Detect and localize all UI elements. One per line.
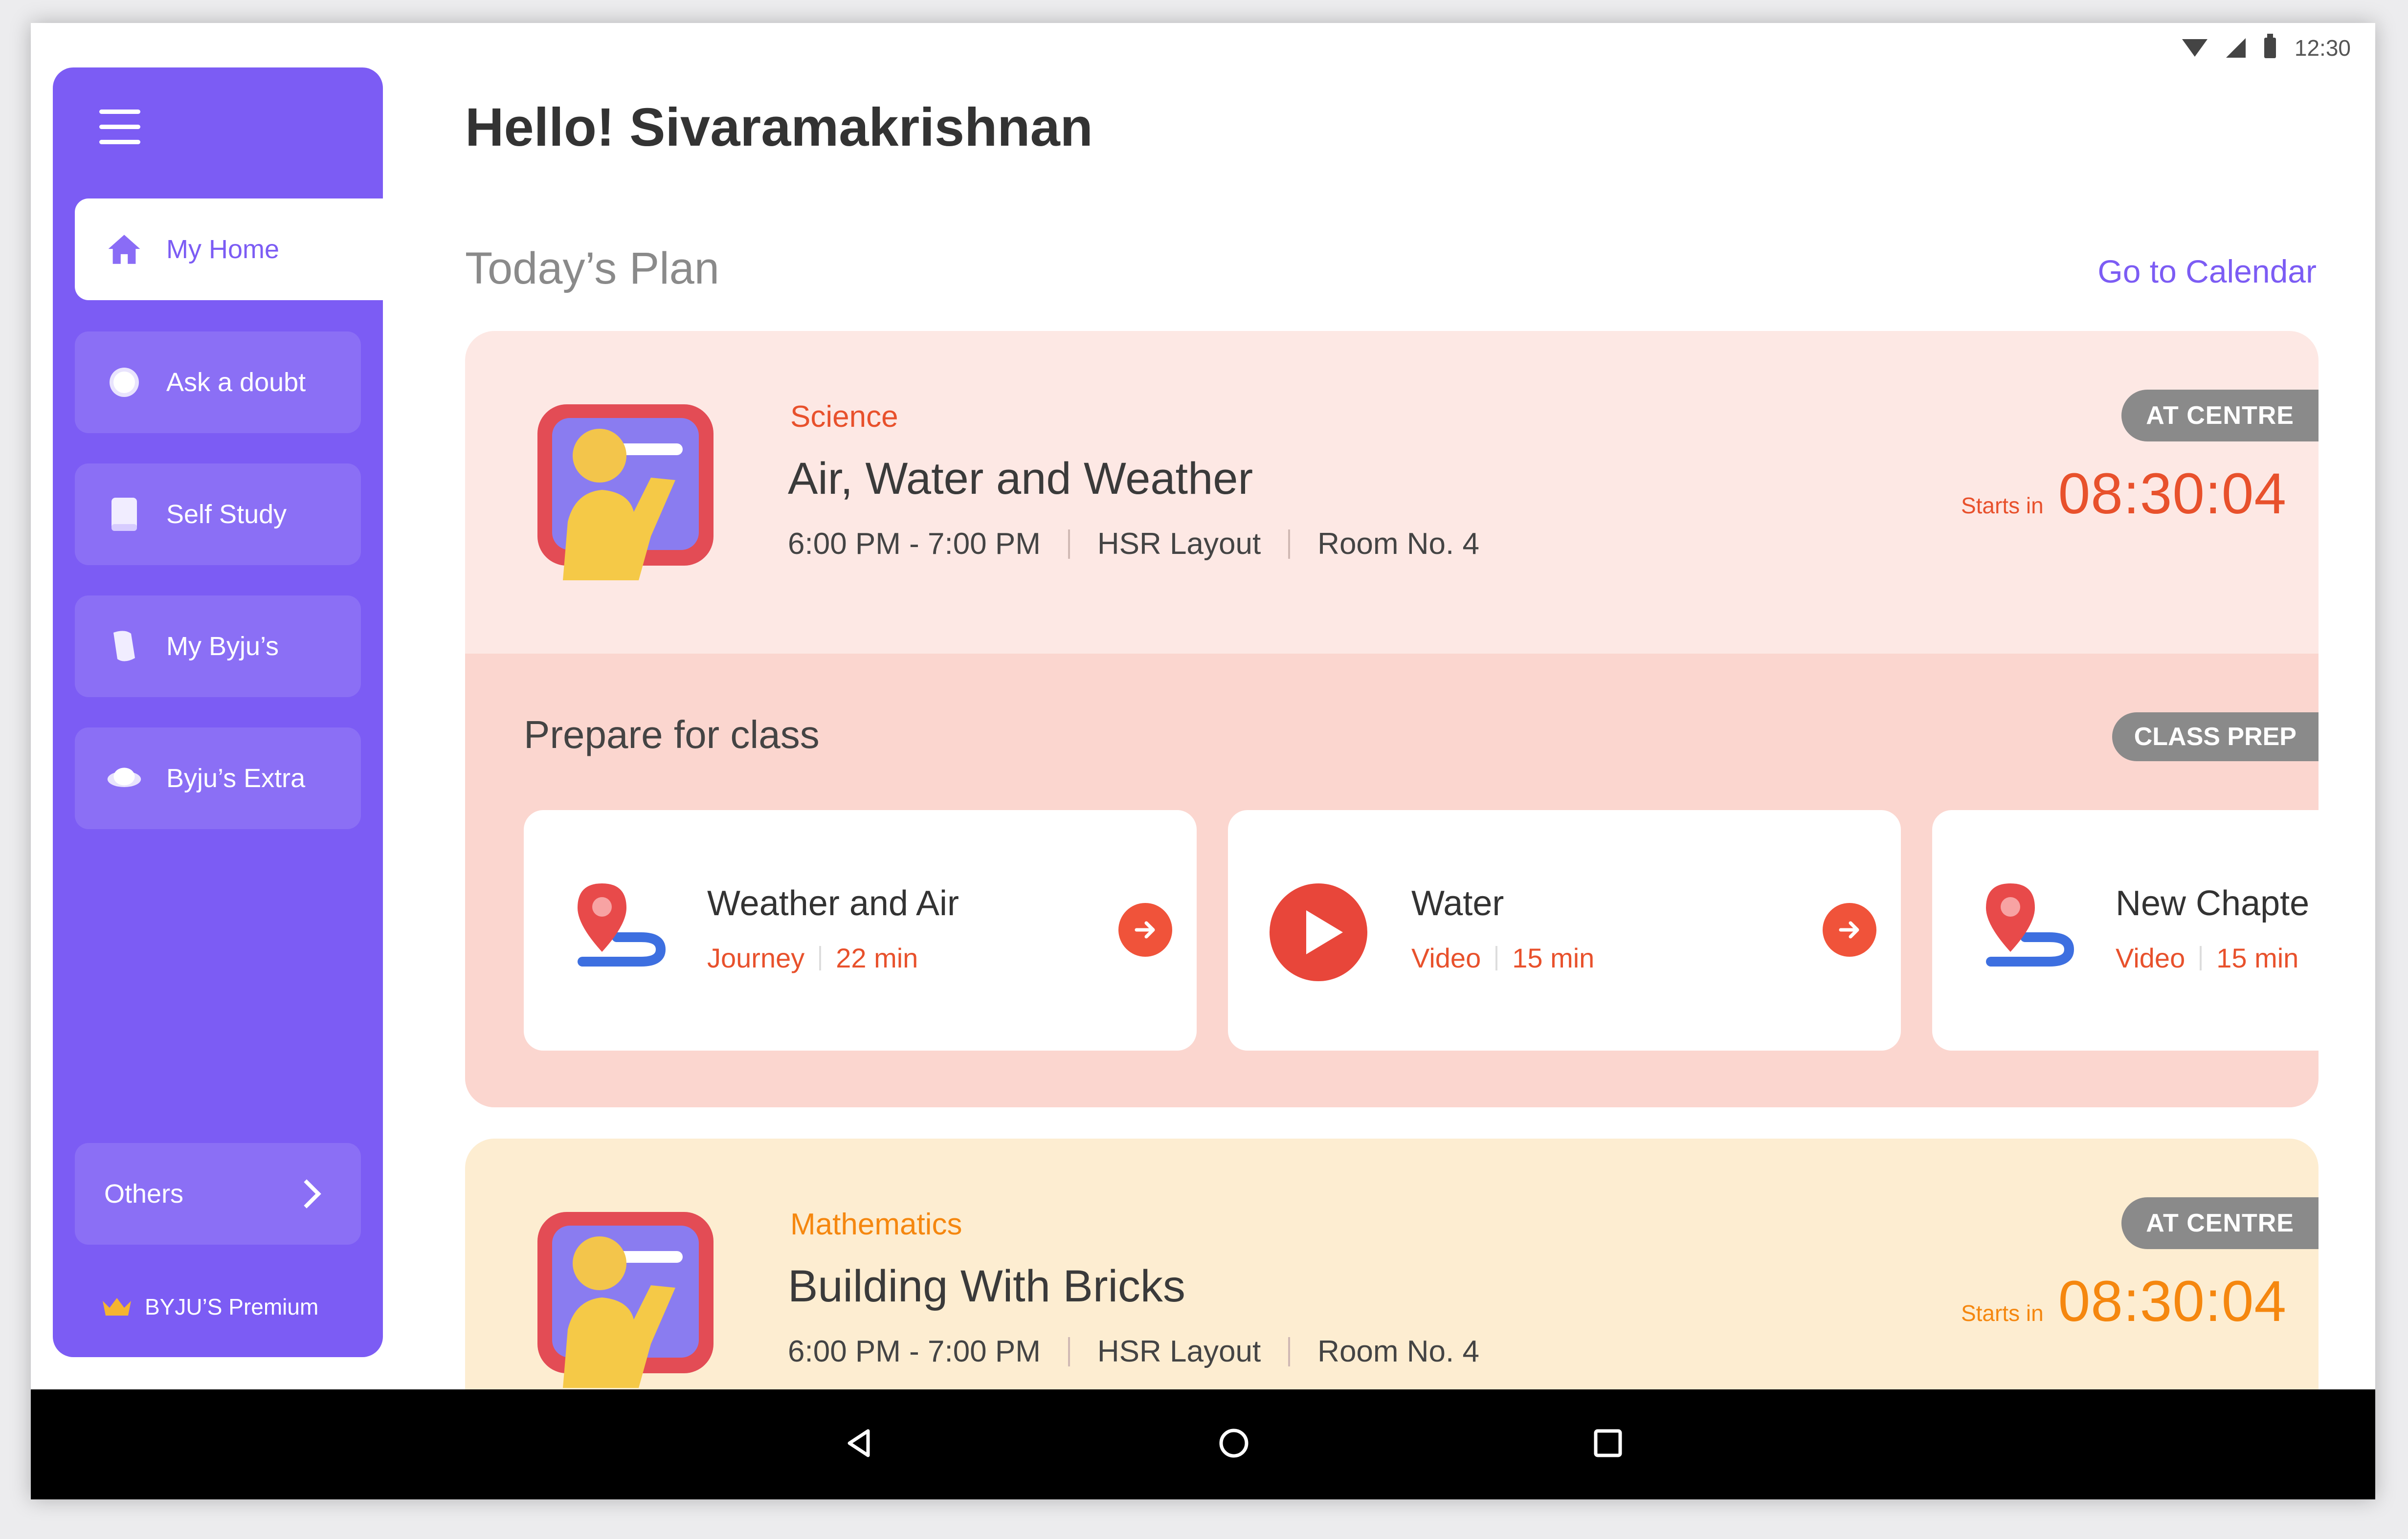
- divider: [2200, 945, 2202, 970]
- sidebar-item-label: Self Study: [166, 500, 287, 529]
- countdown: Starts in 08:30:04: [1961, 1268, 2287, 1335]
- divider: [1068, 1337, 1070, 1366]
- resource-duration: 15 min: [1512, 943, 1595, 973]
- home-icon: [107, 232, 142, 267]
- arrow-right-icon[interactable]: [1823, 903, 1876, 957]
- divider: [1068, 529, 1070, 559]
- book-icon: [107, 497, 142, 532]
- class-meta: 6:00 PM - 7:00 PM HSR Layout Room No. 4: [788, 527, 1479, 561]
- arrow-right-icon[interactable]: [1118, 903, 1172, 957]
- battery-icon: [2264, 34, 2276, 58]
- resource-title: New Chapte: [2116, 884, 2310, 923]
- recents-icon[interactable]: [1591, 1426, 1625, 1460]
- resource-meta: Video 15 min: [2116, 942, 2298, 974]
- status-bar: 12:30: [2182, 31, 2351, 65]
- divider: [1288, 1337, 1291, 1366]
- status-badge: AT CENTRE: [2121, 1197, 2319, 1249]
- resource-card[interactable]: Weather and Air Journey 22 min: [524, 810, 1197, 1051]
- back-icon[interactable]: [843, 1426, 877, 1460]
- premium-link[interactable]: BYJU’S Premium: [102, 1294, 318, 1320]
- sidebar-item-byjus-extra[interactable]: Byju’s Extra: [75, 727, 361, 829]
- class-time: 6:00 PM - 7:00 PM: [788, 527, 1041, 561]
- class-prep-section: Prepare for class CLASS PREP Weather and…: [465, 654, 2319, 1107]
- resource-card[interactable]: New Chapte Video 15 min: [1932, 810, 2319, 1051]
- journey-pin-icon: [578, 883, 666, 967]
- sidebar-item-ask-doubt[interactable]: Ask a doubt: [75, 331, 361, 433]
- class-card[interactable]: Science Air, Water and Weather 6:00 PM -…: [465, 331, 2319, 1107]
- sidebar-item-my-byjus[interactable]: My Byju’s: [75, 595, 361, 697]
- extra-icon: [107, 761, 142, 796]
- resource-type: Video: [1411, 943, 1481, 973]
- section-title: Today’s Plan: [465, 243, 719, 293]
- starts-in-label: Starts in: [1961, 493, 2044, 518]
- teacher-board-icon: [537, 404, 713, 580]
- sidebar-item-label: Byju’s Extra: [166, 764, 306, 793]
- signal-icon: [2226, 38, 2246, 58]
- countdown: Starts in 08:30:04: [1961, 461, 2287, 527]
- class-subject: Science: [790, 400, 898, 434]
- prep-badge: CLASS PREP: [2112, 712, 2319, 761]
- resource-meta: Journey 22 min: [707, 942, 918, 974]
- class-location: HSR Layout: [1097, 527, 1261, 561]
- class-meta: 6:00 PM - 7:00 PM HSR Layout Room No. 4: [788, 1334, 1479, 1369]
- status-badge: AT CENTRE: [2121, 390, 2319, 441]
- class-room: Room No. 4: [1317, 1335, 1479, 1368]
- status-time: 12:30: [2294, 35, 2351, 61]
- resource-card[interactable]: Water Video 15 min: [1228, 810, 1901, 1051]
- sidebar-item-my-home[interactable]: My Home: [75, 198, 383, 300]
- starts-in-label: Starts in: [1961, 1300, 2044, 1326]
- sidebar-item-label: Ask a doubt: [166, 368, 306, 397]
- chevron-right-icon: [292, 1179, 321, 1209]
- sidebar-item-self-study[interactable]: Self Study: [75, 463, 361, 565]
- go-to-calendar-link[interactable]: Go to Calendar: [2097, 253, 2317, 290]
- divider: [1495, 945, 1498, 970]
- class-room: Room No. 4: [1317, 527, 1479, 561]
- class-title: Building With Bricks: [788, 1261, 1185, 1311]
- countdown-timer: 08:30:04: [2058, 1269, 2287, 1334]
- menu-icon[interactable]: [99, 110, 140, 144]
- home-nav-icon[interactable]: [1217, 1426, 1251, 1460]
- resource-duration: 15 min: [2216, 943, 2299, 973]
- divider: [1288, 529, 1291, 559]
- byjus-icon: [107, 629, 142, 664]
- sidebar: My Home Ask a doubt Self Study My Byju’s: [53, 67, 383, 1357]
- others-button[interactable]: Others: [75, 1143, 361, 1245]
- resource-title: Water: [1411, 884, 1504, 923]
- resource-title: Weather and Air: [707, 884, 959, 923]
- crown-icon: [103, 1298, 131, 1316]
- doubt-icon: [107, 365, 142, 400]
- resource-duration: 22 min: [836, 943, 918, 973]
- countdown-timer: 08:30:04: [2058, 462, 2287, 526]
- resource-type: Journey: [707, 943, 805, 973]
- greeting: Hello! Sivaramakrishnan: [465, 97, 1093, 157]
- sidebar-item-label: My Home: [166, 235, 280, 264]
- others-label: Others: [104, 1179, 184, 1209]
- class-subject: Mathematics: [790, 1208, 962, 1241]
- class-title: Air, Water and Weather: [788, 454, 1253, 504]
- navigation-bar: [31, 1389, 2375, 1499]
- prep-title: Prepare for class: [524, 713, 820, 756]
- class-location: HSR Layout: [1097, 1335, 1261, 1368]
- resource-type: Video: [2116, 943, 2185, 973]
- wifi-icon: [2182, 39, 2207, 57]
- premium-label: BYJU’S Premium: [145, 1294, 319, 1319]
- video-play-icon: [1270, 883, 1367, 981]
- resource-meta: Video 15 min: [1411, 942, 1594, 974]
- journey-pin-icon: [1986, 883, 2074, 967]
- divider: [819, 945, 822, 970]
- sidebar-item-label: My Byju’s: [166, 632, 279, 661]
- teacher-board-icon: [537, 1212, 713, 1388]
- class-time: 6:00 PM - 7:00 PM: [788, 1335, 1041, 1368]
- app-window: 12:30 My Home Ask a doubt Self Study My …: [31, 23, 2375, 1499]
